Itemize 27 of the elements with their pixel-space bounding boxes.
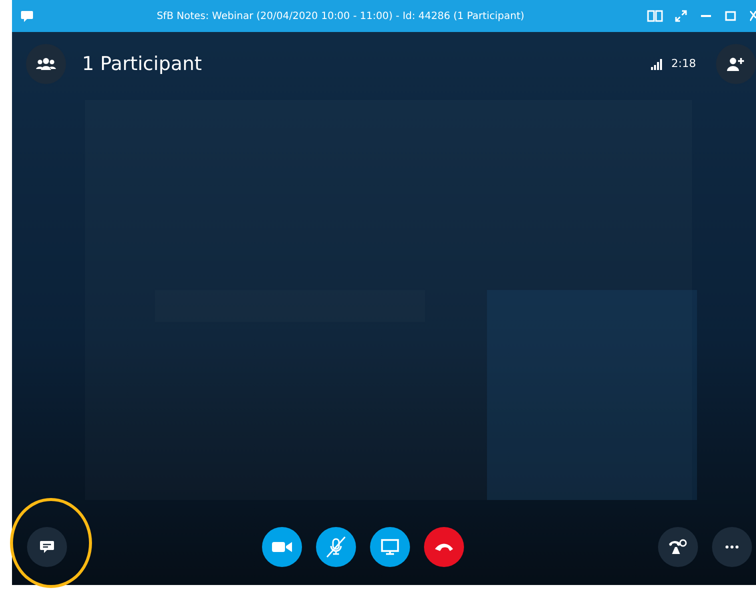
close-icon[interactable] bbox=[750, 11, 756, 21]
add-participant-button[interactable] bbox=[716, 44, 756, 84]
window-title: SfB Notes: Webinar (20/04/2020 10:00 - 11:00) - Id: 44286 (1 Participant) bbox=[156, 10, 526, 24]
call-timer: 2:18 bbox=[671, 56, 696, 72]
add-person-icon bbox=[727, 57, 745, 71]
participant-count: 1 Participant bbox=[82, 52, 203, 77]
video-camera-icon bbox=[272, 541, 292, 553]
layout-icon[interactable] bbox=[647, 10, 663, 22]
chat-button[interactable] bbox=[27, 527, 67, 567]
microphone-button[interactable] bbox=[316, 527, 356, 567]
phone-hang-up-icon bbox=[434, 542, 454, 552]
minimize-icon[interactable] bbox=[701, 14, 711, 18]
chat-icon bbox=[20, 10, 34, 22]
hang-up-button[interactable] bbox=[424, 527, 464, 567]
fullscreen-icon[interactable] bbox=[675, 10, 687, 22]
more-icon bbox=[725, 545, 739, 549]
phone-icon bbox=[668, 539, 688, 555]
chat-icon bbox=[39, 540, 55, 554]
maximize-icon[interactable] bbox=[725, 11, 736, 21]
monitor-icon bbox=[380, 539, 398, 555]
share-screen-button[interactable] bbox=[370, 527, 410, 567]
video-button[interactable] bbox=[262, 527, 302, 567]
participants-button[interactable] bbox=[26, 44, 66, 84]
signal-icon bbox=[651, 58, 664, 70]
people-icon bbox=[36, 57, 56, 71]
call-transfer-button[interactable] bbox=[658, 527, 698, 567]
muted-microphone-icon bbox=[324, 536, 346, 558]
